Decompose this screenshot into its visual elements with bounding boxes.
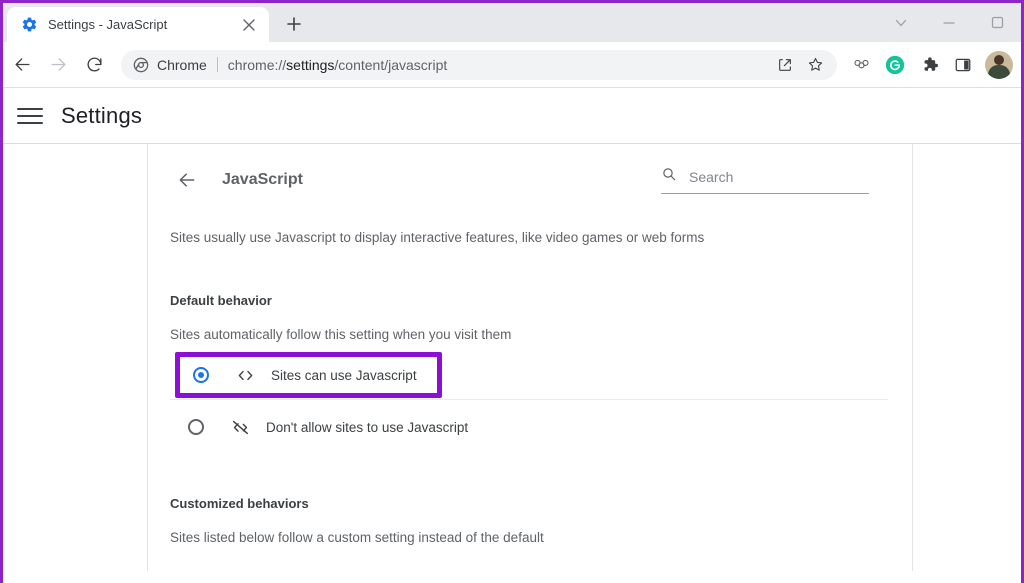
default-behavior-subtext: Sites automatically follow this setting … <box>170 327 887 342</box>
default-behavior-heading: Default behavior <box>170 293 887 308</box>
tab-title: Settings - JavaScript <box>48 17 229 32</box>
settings-right-gutter <box>913 144 1021 571</box>
omnibox-security-label: Chrome <box>157 57 207 73</box>
radio-label-block: Don't allow sites to use Javascript <box>266 420 468 435</box>
plus-icon <box>287 17 301 31</box>
radio-button-block[interactable] <box>179 410 213 444</box>
browser-window: Settings - JavaScript <box>0 0 1024 583</box>
url-path: /content/javascript <box>334 57 447 73</box>
annotation-highlight-box: Sites can use Javascript <box>175 352 442 398</box>
settings-gear-icon <box>21 16 38 33</box>
share-icon[interactable] <box>771 51 799 79</box>
settings-page-header: Settings <box>3 88 1021 144</box>
avatar-head <box>994 55 1004 65</box>
tab-search-button[interactable] <box>877 7 925 39</box>
javascript-intro-text: Sites usually use Javascript to display … <box>170 230 887 245</box>
radio-indicator-unselected <box>188 419 204 435</box>
back-arrow-icon <box>13 55 32 74</box>
code-off-icon <box>229 416 251 438</box>
chevron-down-icon <box>895 17 907 29</box>
omnibox-url: chrome://settings/content/javascript <box>228 57 765 73</box>
avatar-body <box>988 65 1010 79</box>
hamburger-line <box>17 108 43 110</box>
close-icon[interactable] <box>239 15 259 35</box>
search-box[interactable] <box>661 166 869 194</box>
page-title: Settings <box>61 103 142 129</box>
forward-button[interactable] <box>41 48 75 82</box>
radio-option-allow-javascript[interactable]: Sites can use Javascript <box>180 348 417 402</box>
reload-button[interactable] <box>77 48 111 82</box>
subpage-title: JavaScript <box>222 171 303 189</box>
settings-page-body: JavaScript Sites usually use Javascript … <box>3 144 1021 571</box>
customized-behaviors-subtext: Sites listed below follow a custom setti… <box>170 530 887 545</box>
back-button[interactable] <box>5 48 39 82</box>
radio-indicator-selected <box>193 367 209 383</box>
hamburger-line <box>17 122 43 124</box>
browser-toolbar: Chrome chrome://settings/content/javascr… <box>3 42 1021 88</box>
star-icon[interactable] <box>801 51 829 79</box>
code-brackets-icon <box>234 364 256 386</box>
extensions-puzzle-icon[interactable] <box>913 49 945 81</box>
radio-button-allow[interactable] <box>184 358 218 392</box>
link-chain-icon[interactable] <box>845 49 877 81</box>
grammarly-icon[interactable] <box>879 49 911 81</box>
radio-label-allow: Sites can use Javascript <box>271 368 417 383</box>
default-behavior-radio-group: Sites can use Javascript <box>170 350 887 454</box>
settings-sidebar <box>3 144 148 571</box>
profile-avatar[interactable] <box>985 51 1013 79</box>
forward-arrow-icon <box>49 55 68 74</box>
new-tab-button[interactable] <box>279 9 309 39</box>
minimize-button[interactable] <box>925 7 973 39</box>
url-prefix: chrome:// <box>228 57 286 73</box>
search-input[interactable] <box>689 169 869 185</box>
omnibox-actions <box>771 51 829 79</box>
side-panel-icon[interactable] <box>947 49 979 81</box>
url-host: settings <box>286 57 334 73</box>
browser-tab-active[interactable]: Settings - JavaScript <box>7 7 269 42</box>
radio-option-block-javascript[interactable]: Don't allow sites to use Javascript <box>179 400 887 454</box>
reload-icon <box>85 55 104 74</box>
maximize-button[interactable] <box>973 7 1021 39</box>
subpage-header: JavaScript <box>170 144 887 208</box>
minimize-icon <box>943 17 955 29</box>
customized-behaviors-heading: Customized behaviors <box>170 496 887 511</box>
window-controls <box>877 3 1021 42</box>
hamburger-menu-icon[interactable] <box>17 103 43 129</box>
maximize-icon <box>991 16 1004 29</box>
settings-content: JavaScript Sites usually use Javascript … <box>148 144 913 571</box>
search-icon <box>661 166 677 187</box>
address-bar[interactable]: Chrome chrome://settings/content/javascr… <box>121 50 837 80</box>
tab-strip: Settings - JavaScript <box>3 3 1021 42</box>
chrome-logo-icon <box>133 57 149 73</box>
omnibox-divider <box>217 57 218 72</box>
back-arrow-icon[interactable] <box>170 163 204 197</box>
hamburger-line <box>17 115 43 117</box>
